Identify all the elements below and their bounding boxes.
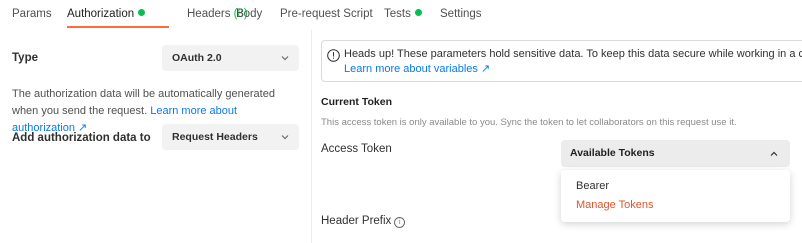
tab-authorization[interactable]: Authorization bbox=[67, 8, 146, 28]
learn-more-variables-link[interactable]: Learn more about variables ↗ bbox=[344, 63, 490, 75]
tab-settings[interactable]: Settings bbox=[440, 8, 482, 28]
tab-label: Headers bbox=[187, 8, 231, 20]
tab-label: Params bbox=[12, 8, 52, 20]
tab-label: Body bbox=[236, 8, 263, 20]
info-icon[interactable]: i bbox=[394, 217, 406, 228]
tab-label: Tests bbox=[384, 8, 411, 20]
pane-divider bbox=[311, 30, 312, 243]
auth-type-value: OAuth 2.0 bbox=[172, 52, 222, 64]
type-label: Type bbox=[12, 52, 38, 64]
available-tokens-select[interactable]: Available Tokens bbox=[561, 140, 790, 167]
access-token-label: Access Token bbox=[321, 143, 392, 155]
tab-params[interactable]: Params bbox=[12, 8, 52, 28]
tab-label: Settings bbox=[440, 8, 482, 20]
add-auth-to-select[interactable]: Request Headers bbox=[162, 124, 299, 150]
active-tab-indicator bbox=[67, 26, 169, 28]
tab-body[interactable]: Body bbox=[236, 8, 262, 28]
chevron-down-icon bbox=[281, 135, 289, 140]
add-auth-to-value: Request Headers bbox=[172, 131, 258, 143]
tab-tests[interactable]: Tests bbox=[384, 8, 422, 28]
tab-label: Pre-request Script bbox=[280, 8, 373, 20]
request-tabs: Params Authorization Headers (8) Body Pr… bbox=[0, 0, 802, 30]
sensitive-data-notice: Heads up! These parameters hold sensitiv… bbox=[321, 40, 802, 82]
header-prefix-row: Header Prefix i bbox=[321, 215, 406, 228]
current-token-hint: This access token is only available to y… bbox=[321, 117, 737, 128]
available-tokens-value: Available Tokens bbox=[570, 147, 655, 159]
auth-type-select[interactable]: OAuth 2.0 bbox=[162, 45, 299, 71]
current-token-heading: Current Token bbox=[321, 96, 392, 108]
notice-text: Heads up! These parameters hold sensitiv… bbox=[344, 48, 802, 60]
chevron-down-icon bbox=[281, 56, 289, 61]
exclamation-circle-icon bbox=[327, 49, 340, 62]
tab-pre-request-script[interactable]: Pre-request Script bbox=[280, 8, 373, 28]
chevron-up-icon bbox=[770, 151, 778, 156]
tab-label: Authorization bbox=[67, 8, 135, 20]
menu-item-bearer[interactable]: Bearer bbox=[576, 180, 609, 192]
add-auth-to-label: Add authorization data to bbox=[12, 132, 151, 144]
notice-content: Heads up! These parameters hold sensitiv… bbox=[344, 47, 802, 77]
header-prefix-label: Header Prefix bbox=[321, 215, 392, 227]
menu-item-manage-tokens[interactable]: Manage Tokens bbox=[576, 199, 653, 211]
tokens-dropdown-menu: Bearer Manage Tokens bbox=[561, 170, 790, 222]
status-dot-icon bbox=[414, 9, 422, 16]
status-dot-icon bbox=[138, 9, 146, 16]
